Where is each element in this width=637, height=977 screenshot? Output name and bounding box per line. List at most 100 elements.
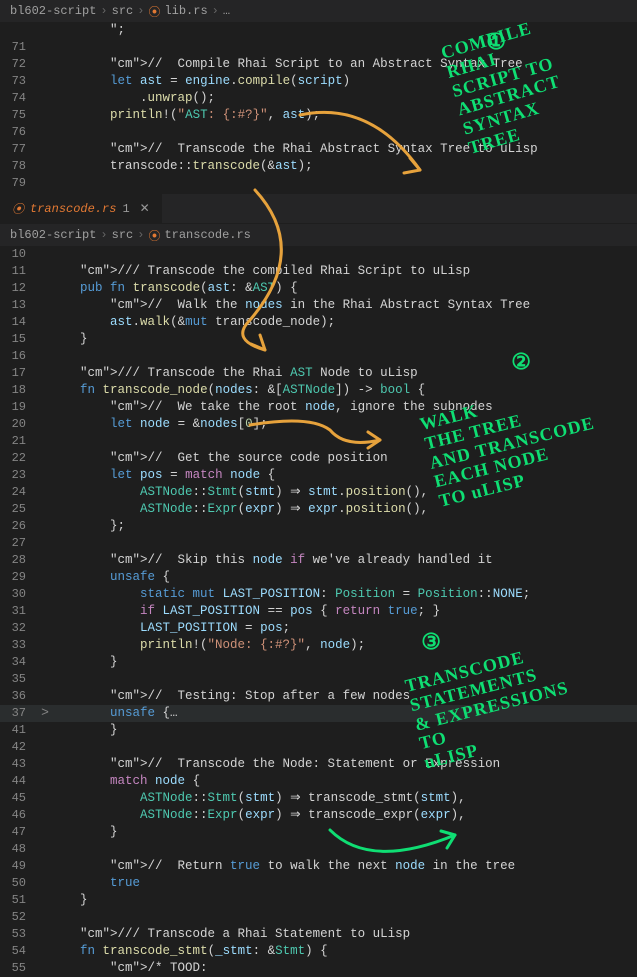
code-line[interactable]: 35 [0,671,637,688]
code-line[interactable]: 15 } [0,331,637,348]
code-content[interactable]: "cm">// Skip this node if we've already … [50,552,637,569]
code-line[interactable]: 76 [0,124,637,141]
code-line[interactable]: 49 "cm">// Return true to walk the next … [0,858,637,875]
bc-file[interactable]: transcode.rs [164,228,250,242]
code-content[interactable] [50,433,637,450]
code-line[interactable]: 72 "cm">// Compile Rhai Script to an Abs… [0,56,637,73]
editor-transcode-rs[interactable]: 10 11 "cm">/// Transcode the compiled Rh… [0,246,637,977]
code-content[interactable]: LAST_POSITION = pos; [50,620,637,637]
code-line[interactable]: 32 LAST_POSITION = pos; [0,620,637,637]
code-content[interactable]: ASTNode::Expr(expr) ⇒ expr.position(), [50,501,637,518]
code-content[interactable]: "cm">// Transcode the Node: Statement or… [50,756,637,773]
code-line[interactable]: 30 static mut LAST_POSITION: Position = … [0,586,637,603]
code-line[interactable]: 11 "cm">/// Transcode the compiled Rhai … [0,263,637,280]
code-line[interactable]: 78 transcode::transcode(&ast); [0,158,637,175]
code-content[interactable]: "cm">/// Transcode the Rhai AST Node to … [50,365,637,382]
code-content[interactable] [50,246,637,263]
code-content[interactable]: "cm">// Testing: Stop after a few nodes [50,688,637,705]
code-line[interactable]: 26 }; [0,518,637,535]
bc-root[interactable]: bl602-script [10,4,96,18]
code-content[interactable]: } [50,654,637,671]
code-content[interactable]: "cm">// Walk the nodes in the Rhai Abstr… [50,297,637,314]
code-content[interactable]: unsafe {… [50,705,637,722]
code-line[interactable]: 45 ASTNode::Stmt(stmt) ⇒ transcode_stmt(… [0,790,637,807]
code-line[interactable]: 27 [0,535,637,552]
code-content[interactable]: let node = &nodes[0]; [50,416,637,433]
code-line[interactable]: 24 ASTNode::Stmt(stmt) ⇒ stmt.position()… [0,484,637,501]
code-line[interactable]: 22 "cm">// Get the source code position [0,450,637,467]
code-line[interactable]: "; [0,22,637,39]
code-content[interactable]: } [50,331,637,348]
code-line[interactable]: 21 [0,433,637,450]
code-line[interactable]: 17 "cm">/// Transcode the Rhai AST Node … [0,365,637,382]
close-icon[interactable]: ✕ [140,201,150,216]
code-content[interactable]: "cm">// Return true to walk the next nod… [50,858,637,875]
code-line[interactable]: 16 [0,348,637,365]
code-content[interactable]: ASTNode::Stmt(stmt) ⇒ transcode_stmt(stm… [50,790,637,807]
code-line[interactable]: 42 [0,739,637,756]
code-content[interactable]: } [50,824,637,841]
code-content[interactable]: transcode::transcode(&ast); [50,158,637,175]
code-content[interactable]: if LAST_POSITION == pos { return true; } [50,603,637,620]
code-content[interactable]: "cm">/// Transcode the compiled Rhai Scr… [50,263,637,280]
code-content[interactable] [50,124,637,141]
code-content[interactable]: static mut LAST_POSITION: Position = Pos… [50,586,637,603]
code-content[interactable]: unsafe { [50,569,637,586]
code-line[interactable]: 13 "cm">// Walk the nodes in the Rhai Ab… [0,297,637,314]
code-content[interactable]: println!("Node: {:#?}", node); [50,637,637,654]
code-line[interactable]: 14 ast.walk(&mut transcode_node); [0,314,637,331]
bc-src[interactable]: src [112,4,134,18]
bc-src[interactable]: src [112,228,134,242]
code-line[interactable]: 10 [0,246,637,263]
code-line[interactable]: 77 "cm">// Transcode the Rhai Abstract S… [0,141,637,158]
tab-transcode[interactable]: ⦿ transcode.rs 1 ✕ [0,194,163,223]
code-line[interactable]: 44 match node { [0,773,637,790]
code-content[interactable]: "cm">// Transcode the Rhai Abstract Synt… [50,141,637,158]
code-line[interactable]: 43 "cm">// Transcode the Node: Statement… [0,756,637,773]
code-line[interactable]: 75 println!("AST: {:#?}", ast); [0,107,637,124]
code-content[interactable] [50,671,637,688]
code-content[interactable]: "cm">// We take the root node, ignore th… [50,399,637,416]
code-line[interactable]: 33 println!("Node: {:#?}", node); [0,637,637,654]
code-content[interactable]: "; [50,22,637,39]
code-line[interactable]: 55 "cm">/* TOOD: [0,960,637,977]
code-line[interactable]: 41 } [0,722,637,739]
code-line[interactable]: 50 true [0,875,637,892]
code-line[interactable]: 18 fn transcode_node(nodes: &[ASTNode]) … [0,382,637,399]
code-line[interactable]: 53 "cm">/// Transcode a Rhai Statement t… [0,926,637,943]
code-line[interactable]: 79 [0,175,637,192]
code-line[interactable]: 31 if LAST_POSITION == pos { return true… [0,603,637,620]
bc-file[interactable]: lib.rs [164,4,207,18]
code-content[interactable]: "cm">// Get the source code position [50,450,637,467]
code-content[interactable] [50,739,637,756]
code-content[interactable]: pub fn transcode(ast: &AST) { [50,280,637,297]
code-content[interactable] [50,175,637,192]
code-line[interactable]: 29 unsafe { [0,569,637,586]
bc-root[interactable]: bl602-script [10,228,96,242]
code-line[interactable]: 54 fn transcode_stmt(_stmt: &Stmt) { [0,943,637,960]
code-line[interactable]: 20 let node = &nodes[0]; [0,416,637,433]
code-content[interactable]: ASTNode::Stmt(stmt) ⇒ stmt.position(), [50,484,637,501]
code-content[interactable] [50,535,637,552]
editor-lib-rs[interactable]: ";71 72 "cm">// Compile Rhai Script to a… [0,22,637,194]
code-content[interactable]: "cm">/* TOOD: [50,960,637,977]
code-line[interactable]: 36 "cm">// Testing: Stop after a few nod… [0,688,637,705]
code-line[interactable]: 23 let pos = match node { [0,467,637,484]
code-line[interactable]: 34 } [0,654,637,671]
code-content[interactable]: "cm">/// Transcode a Rhai Statement to u… [50,926,637,943]
code-line[interactable]: 37> unsafe {… [0,705,637,722]
code-line[interactable]: 12 pub fn transcode(ast: &AST) { [0,280,637,297]
code-content[interactable]: let pos = match node { [50,467,637,484]
code-content[interactable]: match node { [50,773,637,790]
code-line[interactable]: 25 ASTNode::Expr(expr) ⇒ expr.position()… [0,501,637,518]
code-line[interactable]: 28 "cm">// Skip this node if we've alrea… [0,552,637,569]
code-content[interactable]: true [50,875,637,892]
code-content[interactable]: println!("AST: {:#?}", ast); [50,107,637,124]
code-content[interactable]: let ast = engine.compile(script) [50,73,637,90]
code-line[interactable]: 47 } [0,824,637,841]
code-line[interactable]: 46 ASTNode::Expr(expr) ⇒ transcode_expr(… [0,807,637,824]
code-line[interactable]: 74 .unwrap(); [0,90,637,107]
code-content[interactable]: fn transcode_node(nodes: &[ASTNode]) -> … [50,382,637,399]
code-content[interactable]: ast.walk(&mut transcode_node); [50,314,637,331]
code-content[interactable] [50,841,637,858]
